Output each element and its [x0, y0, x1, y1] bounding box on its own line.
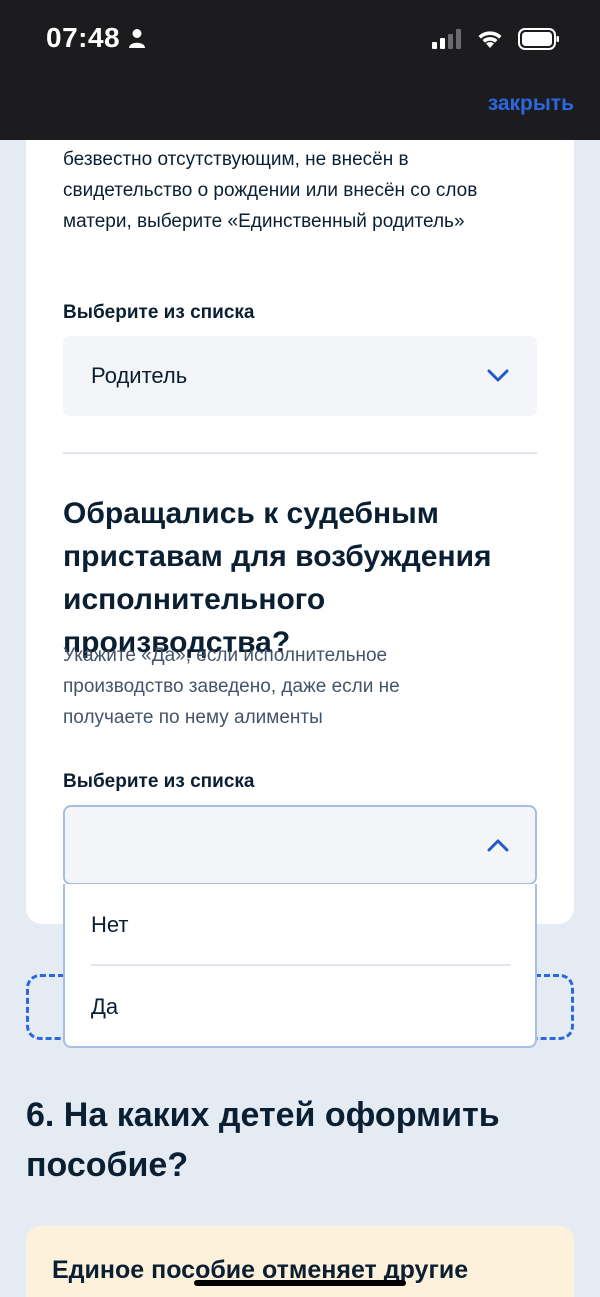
- divider: [63, 452, 537, 454]
- question-hint: Укажите «Да», если исполнительное произв…: [63, 645, 400, 728]
- question-title: Обращались к судебным приставам для возб…: [63, 497, 492, 659]
- status-time: 07:48: [46, 22, 146, 54]
- select-label-bailiff: Выберите из списка: [63, 771, 255, 792]
- home-indicator: [194, 1280, 406, 1286]
- hint-text-top: безвестно отсутствующим, не внесён в сви…: [63, 149, 478, 232]
- person-icon: [129, 29, 146, 48]
- dropdown-list: Нет Да: [63, 884, 537, 1048]
- battery-icon: [518, 28, 559, 50]
- close-link[interactable]: закрыть: [488, 92, 574, 116]
- option-divider: [91, 964, 511, 966]
- dropdown-option-no[interactable]: Нет: [91, 912, 128, 938]
- dropdown-option-yes[interactable]: Да: [91, 994, 118, 1020]
- bailiff-select[interactable]: [63, 805, 537, 885]
- status-icons: [432, 28, 560, 50]
- chevron-up-icon: [487, 839, 509, 852]
- section-title: 6. На каких детей оформить пособие?: [26, 1096, 500, 1184]
- select-label-parent: Выберите из списка: [63, 302, 255, 323]
- status-time-text: 07:48: [46, 22, 121, 53]
- top-bar: 07:48 закрыть: [0, 0, 600, 140]
- wifi-icon: [478, 31, 502, 48]
- chevron-down-icon: [487, 369, 509, 382]
- screen: 07:48 закрыть безвестно отсутствующим, н…: [0, 0, 600, 1297]
- parent-select-value: Родитель: [91, 363, 188, 388]
- signal-icon: [432, 29, 461, 49]
- notice-box: Единое пособие отменяет другие: [26, 1226, 574, 1297]
- parent-select[interactable]: Родитель: [63, 336, 537, 416]
